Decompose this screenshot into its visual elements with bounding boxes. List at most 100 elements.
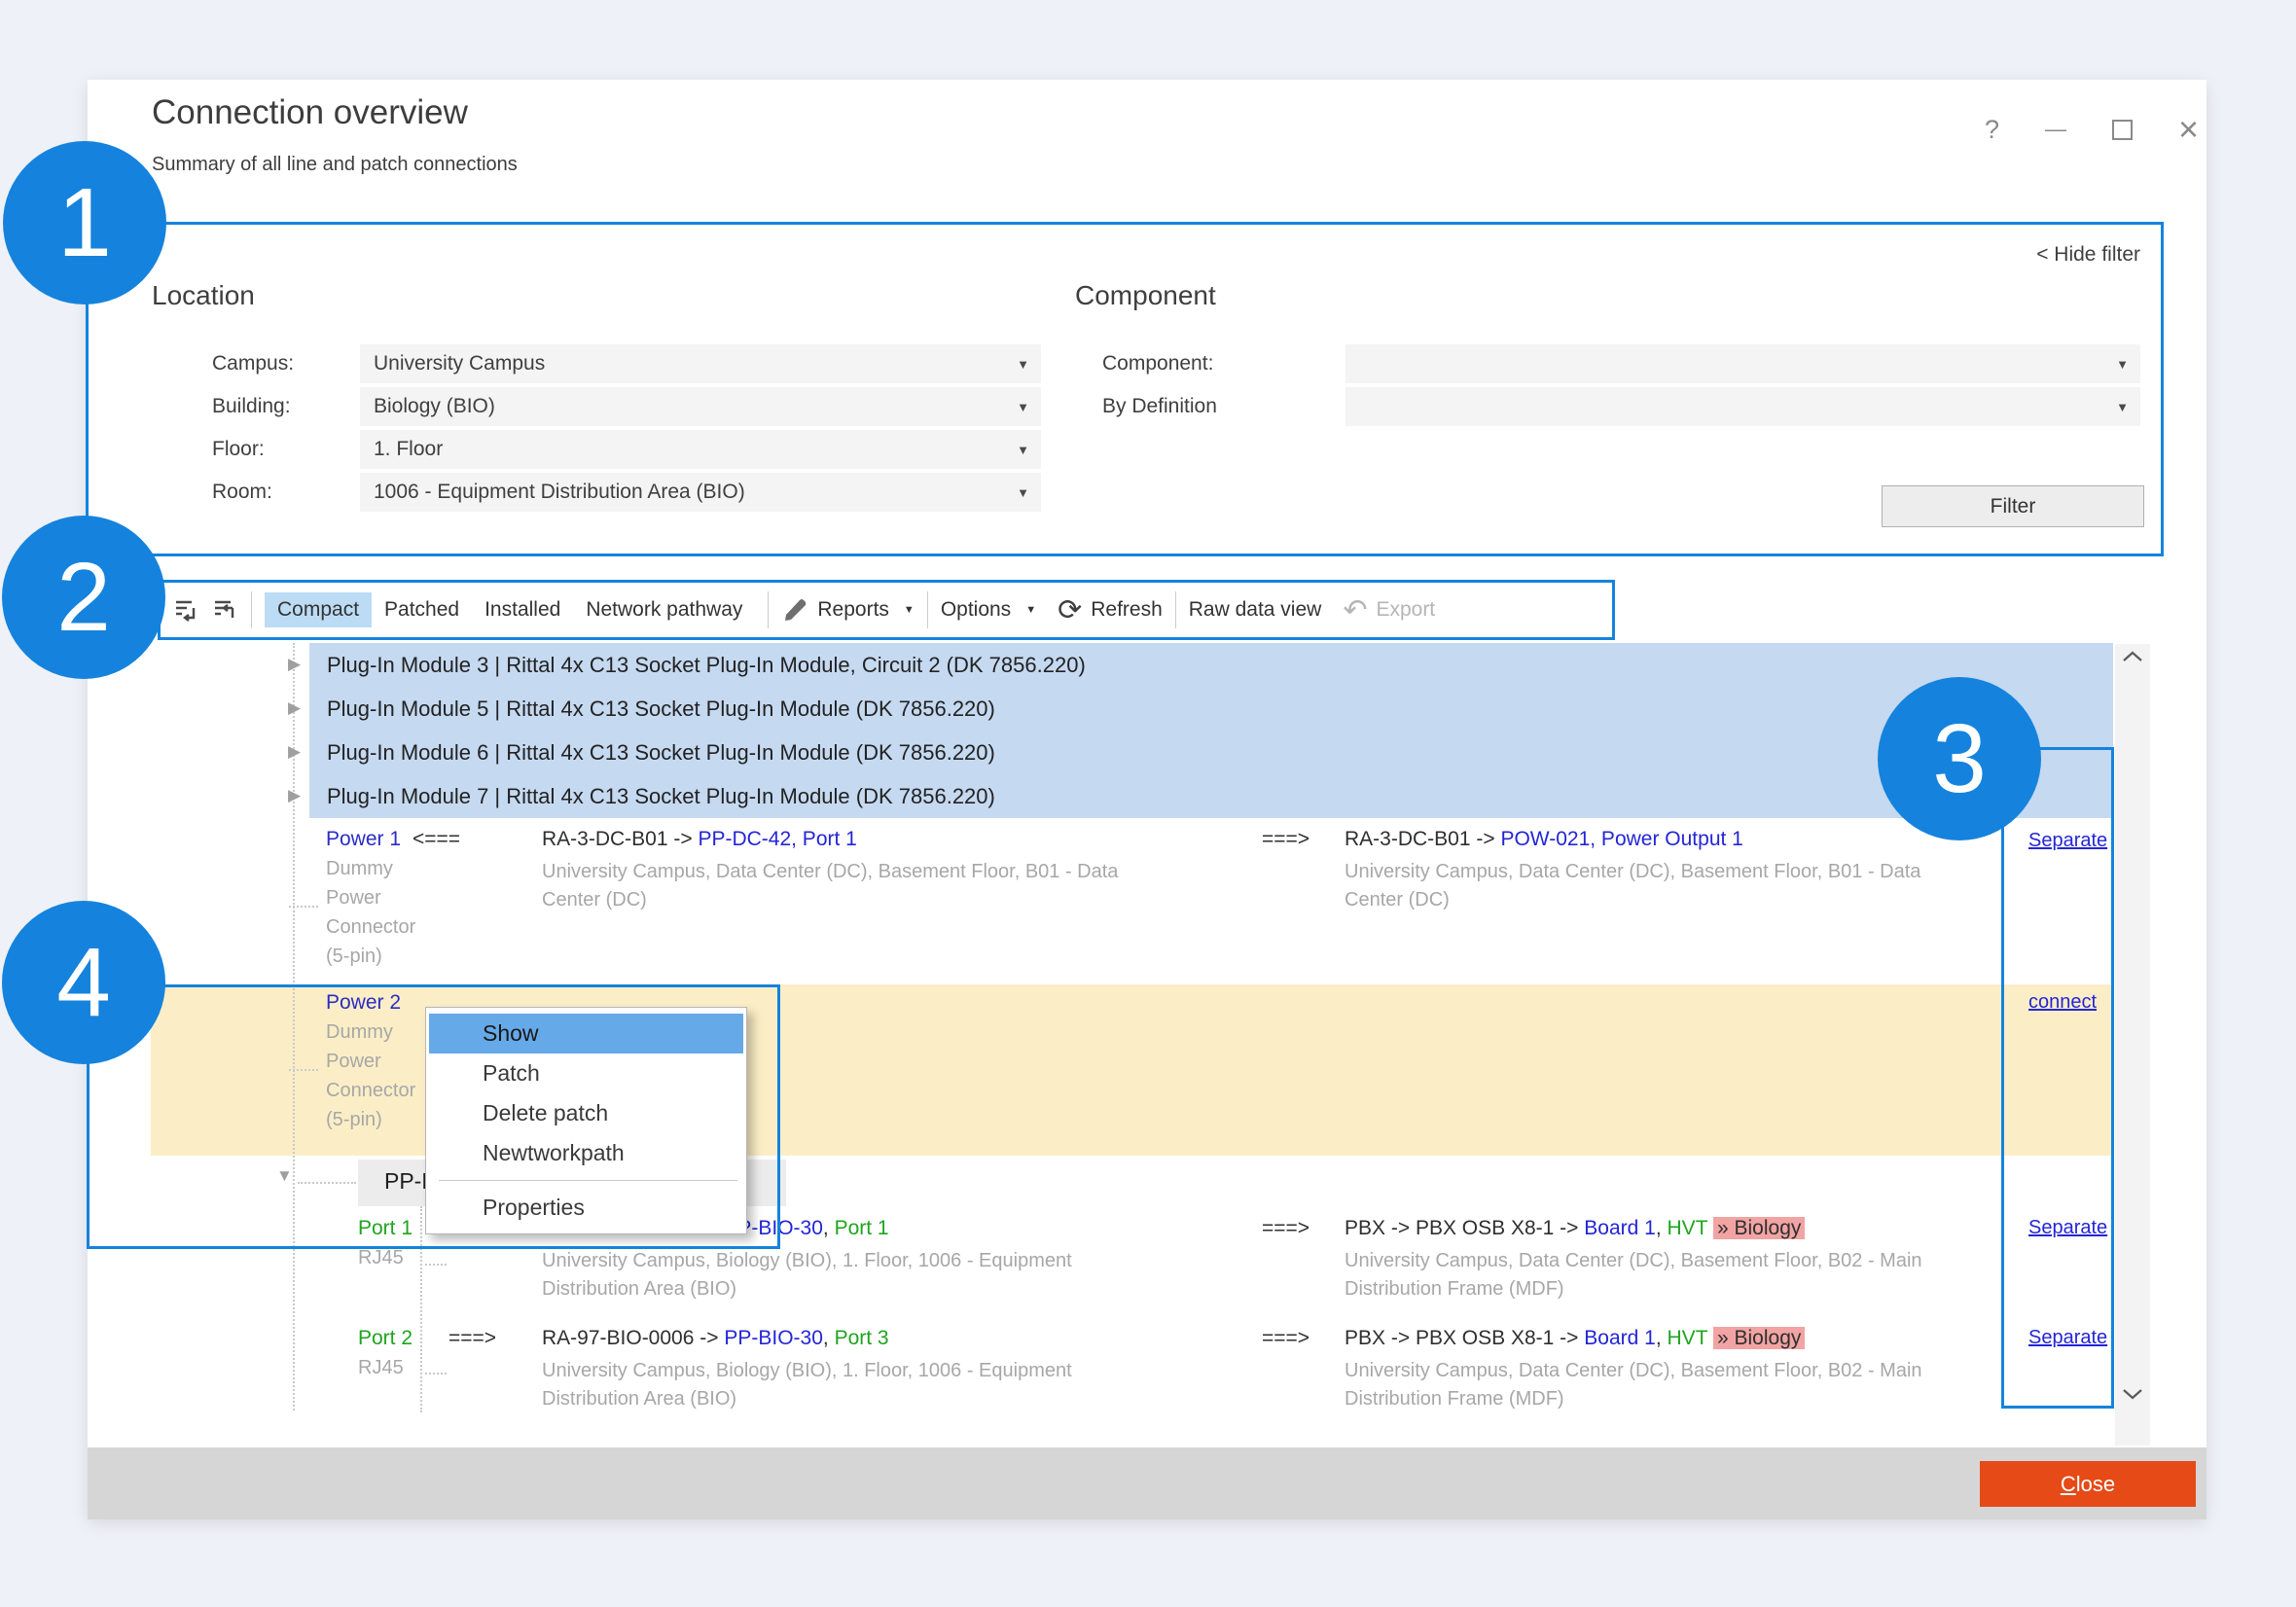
module-row[interactable]: Plug-In Module 6 | Rittal 4x C13 Socket … bbox=[309, 731, 2113, 774]
path-segment: PBX -> PBX OSB X8-1 -> bbox=[1345, 1217, 1584, 1239]
module-row[interactable]: Plug-In Module 3 | Rittal 4x C13 Socket … bbox=[309, 643, 2113, 687]
help-icon[interactable]: ? bbox=[1985, 115, 1999, 145]
refresh-button[interactable]: ⟳ Refresh bbox=[1058, 593, 1163, 627]
tab-installed[interactable]: Installed bbox=[472, 592, 573, 627]
path-segment: RA-3-DC-B01 -> bbox=[1345, 828, 1500, 850]
minimize-icon[interactable]: — bbox=[2045, 117, 2066, 142]
expand-icon[interactable]: ▶ bbox=[288, 743, 301, 760]
chevron-down-icon: ▼ bbox=[1025, 604, 1036, 616]
hide-filter-link[interactable]: < Hide filter bbox=[1946, 243, 2140, 267]
port-type-label: Power bbox=[326, 1047, 415, 1076]
options-button[interactable]: Options▼ bbox=[941, 598, 1036, 622]
port-type-label: Power bbox=[326, 883, 415, 912]
close-icon[interactable]: × bbox=[2178, 109, 2199, 150]
location-dropdown[interactable]: University Campus▼ bbox=[360, 344, 1041, 383]
collapse-icon[interactable]: ▼ bbox=[276, 1167, 293, 1184]
left-connection: RA-97-BIO-0006 -> PP-BIO-30, Port 3Unive… bbox=[542, 1324, 1145, 1413]
connection-arrow: <=== bbox=[413, 825, 460, 854]
connection-path: PBX -> PBX OSB X8-1 -> Board 1, HVT » Bi… bbox=[1345, 1324, 1967, 1353]
connection-path: RA-3-DC-B01 -> PP-DC-42, Port 1 bbox=[542, 825, 1145, 854]
maximize-icon[interactable] bbox=[2112, 120, 2133, 140]
reports-button[interactable]: Reports▼ bbox=[781, 596, 914, 624]
connection-arrow: ===> bbox=[1262, 1324, 1309, 1353]
scrollbar[interactable] bbox=[2115, 644, 2150, 1446]
tab-compact[interactable]: Compact bbox=[265, 592, 372, 627]
path-segment: » Biology bbox=[1713, 1327, 1805, 1349]
close-label: C bbox=[2061, 1472, 2076, 1497]
path-segment[interactable]: Board 1 bbox=[1584, 1327, 1656, 1349]
export-button[interactable]: ↶ Export bbox=[1343, 593, 1435, 627]
menu-item-delete-patch[interactable]: Delete patch bbox=[429, 1093, 743, 1133]
port-block: Power 2DummyPowerConnector(5-pin) bbox=[326, 988, 415, 1134]
close-button[interactable]: Close bbox=[1980, 1461, 2196, 1507]
component-dropdown[interactable]: ▼ bbox=[1345, 387, 2140, 426]
chevron-down-icon: ▼ bbox=[1017, 357, 1029, 372]
left-connection: RA-3-DC-B01 -> PP-DC-42, Port 1Universit… bbox=[542, 825, 1145, 914]
expand-icon[interactable]: ▶ bbox=[288, 656, 301, 672]
path-segment: , bbox=[1656, 1327, 1668, 1349]
menu-item-newtworkpath[interactable]: Newtworkpath bbox=[429, 1133, 743, 1173]
right-connection: PBX -> PBX OSB X8-1 -> Board 1, HVT » Bi… bbox=[1345, 1324, 1967, 1413]
path-segment: Port 3 bbox=[835, 1327, 889, 1349]
separate-link[interactable]: Separate bbox=[2028, 1217, 2107, 1239]
path-segment[interactable]: Board 1 bbox=[1584, 1217, 1656, 1239]
connection-location: University Campus, Data Center (DC), Bas… bbox=[1345, 1247, 1967, 1303]
menu-item-properties[interactable]: Properties bbox=[429, 1188, 743, 1228]
port-type-label: Connector bbox=[326, 1076, 415, 1105]
tree-line bbox=[289, 1069, 318, 1071]
raw-data-view-button[interactable]: Raw data view bbox=[1189, 598, 1322, 622]
port-block: Port 1RJ45 bbox=[358, 1214, 413, 1272]
toolbar: CompactPatchedInstalledNetwork pathway R… bbox=[158, 580, 1615, 640]
scroll-up-icon[interactable] bbox=[2120, 648, 2145, 665]
separate-link[interactable]: Separate bbox=[2028, 1327, 2107, 1349]
callout-circle-4: 4 bbox=[2, 901, 165, 1064]
connect-link[interactable]: connect bbox=[2028, 991, 2097, 1014]
path-segment[interactable]: PP-DC-42, Port 1 bbox=[698, 828, 856, 850]
port-block: Power 1DummyPowerConnector(5-pin) bbox=[326, 825, 415, 971]
expand-tree-icon[interactable] bbox=[209, 595, 238, 625]
refresh-icon: ⟳ bbox=[1058, 593, 1082, 627]
tree-line bbox=[298, 1182, 356, 1184]
port-label[interactable]: Power 2 bbox=[326, 988, 415, 1018]
component-dropdown[interactable]: ▼ bbox=[1345, 344, 2140, 383]
path-segment: , bbox=[1656, 1217, 1668, 1239]
connection-path: RA-3-DC-B01 -> POW-021, Power Output 1 bbox=[1345, 825, 1967, 854]
pencil-icon bbox=[781, 596, 808, 624]
port-label[interactable]: Port 1 bbox=[358, 1214, 413, 1243]
connection-arrow: ===> bbox=[448, 1324, 496, 1353]
tab-patched[interactable]: Patched bbox=[372, 592, 472, 627]
view-tabs: CompactPatchedInstalledNetwork pathway bbox=[265, 592, 755, 627]
menu-item-patch[interactable]: Patch bbox=[429, 1053, 743, 1093]
page-title: Connection overview bbox=[152, 93, 468, 132]
expand-icon[interactable]: ▶ bbox=[288, 699, 301, 716]
port-label[interactable]: Power 1 bbox=[326, 825, 415, 854]
toolbar-separator bbox=[768, 591, 769, 628]
path-segment[interactable]: PP-BIO-30 bbox=[724, 1327, 823, 1349]
menu-item-show[interactable]: Show bbox=[429, 1014, 743, 1053]
location-dropdown[interactable]: 1. Floor▼ bbox=[360, 430, 1041, 469]
expand-icon[interactable]: ▶ bbox=[288, 787, 301, 804]
port-label[interactable]: Port 2 bbox=[358, 1324, 413, 1353]
path-segment: RA-97-BIO-0006 -> bbox=[542, 1327, 724, 1349]
location-dropdown[interactable]: Biology (BIO)▼ bbox=[360, 387, 1041, 426]
toolbar-separator bbox=[251, 591, 252, 628]
filter-button[interactable]: Filter bbox=[1882, 485, 2144, 527]
export-icon: ↶ bbox=[1343, 593, 1367, 627]
location-dropdown[interactable]: 1006 - Equipment Distribution Area (BIO)… bbox=[360, 473, 1041, 512]
location-field-label: Campus: bbox=[212, 344, 294, 383]
scroll-down-icon[interactable] bbox=[2120, 1385, 2145, 1403]
module-row[interactable]: Plug-In Module 7 | Rittal 4x C13 Socket … bbox=[309, 774, 2113, 818]
separate-link[interactable]: Separate bbox=[2028, 830, 2107, 852]
connection-location: University Campus, Data Center (DC), Bas… bbox=[1345, 858, 1967, 914]
context-menu: ShowPatchDelete patchNewtworkpath Propert… bbox=[425, 1007, 747, 1234]
toolbar-separator bbox=[927, 591, 928, 628]
tree-line bbox=[289, 906, 318, 908]
port-block: Port 2RJ45 bbox=[358, 1324, 413, 1382]
collapse-tree-icon[interactable] bbox=[170, 595, 199, 625]
path-segment: HVT bbox=[1668, 1327, 1708, 1349]
window-controls: ? — × bbox=[1985, 107, 2199, 152]
module-row[interactable]: Plug-In Module 5 | Rittal 4x C13 Socket … bbox=[309, 687, 2113, 731]
tab-network-pathway[interactable]: Network pathway bbox=[573, 592, 755, 627]
path-segment[interactable]: POW-021, Power Output 1 bbox=[1500, 828, 1742, 850]
port-type-label: (5-pin) bbox=[326, 942, 415, 971]
